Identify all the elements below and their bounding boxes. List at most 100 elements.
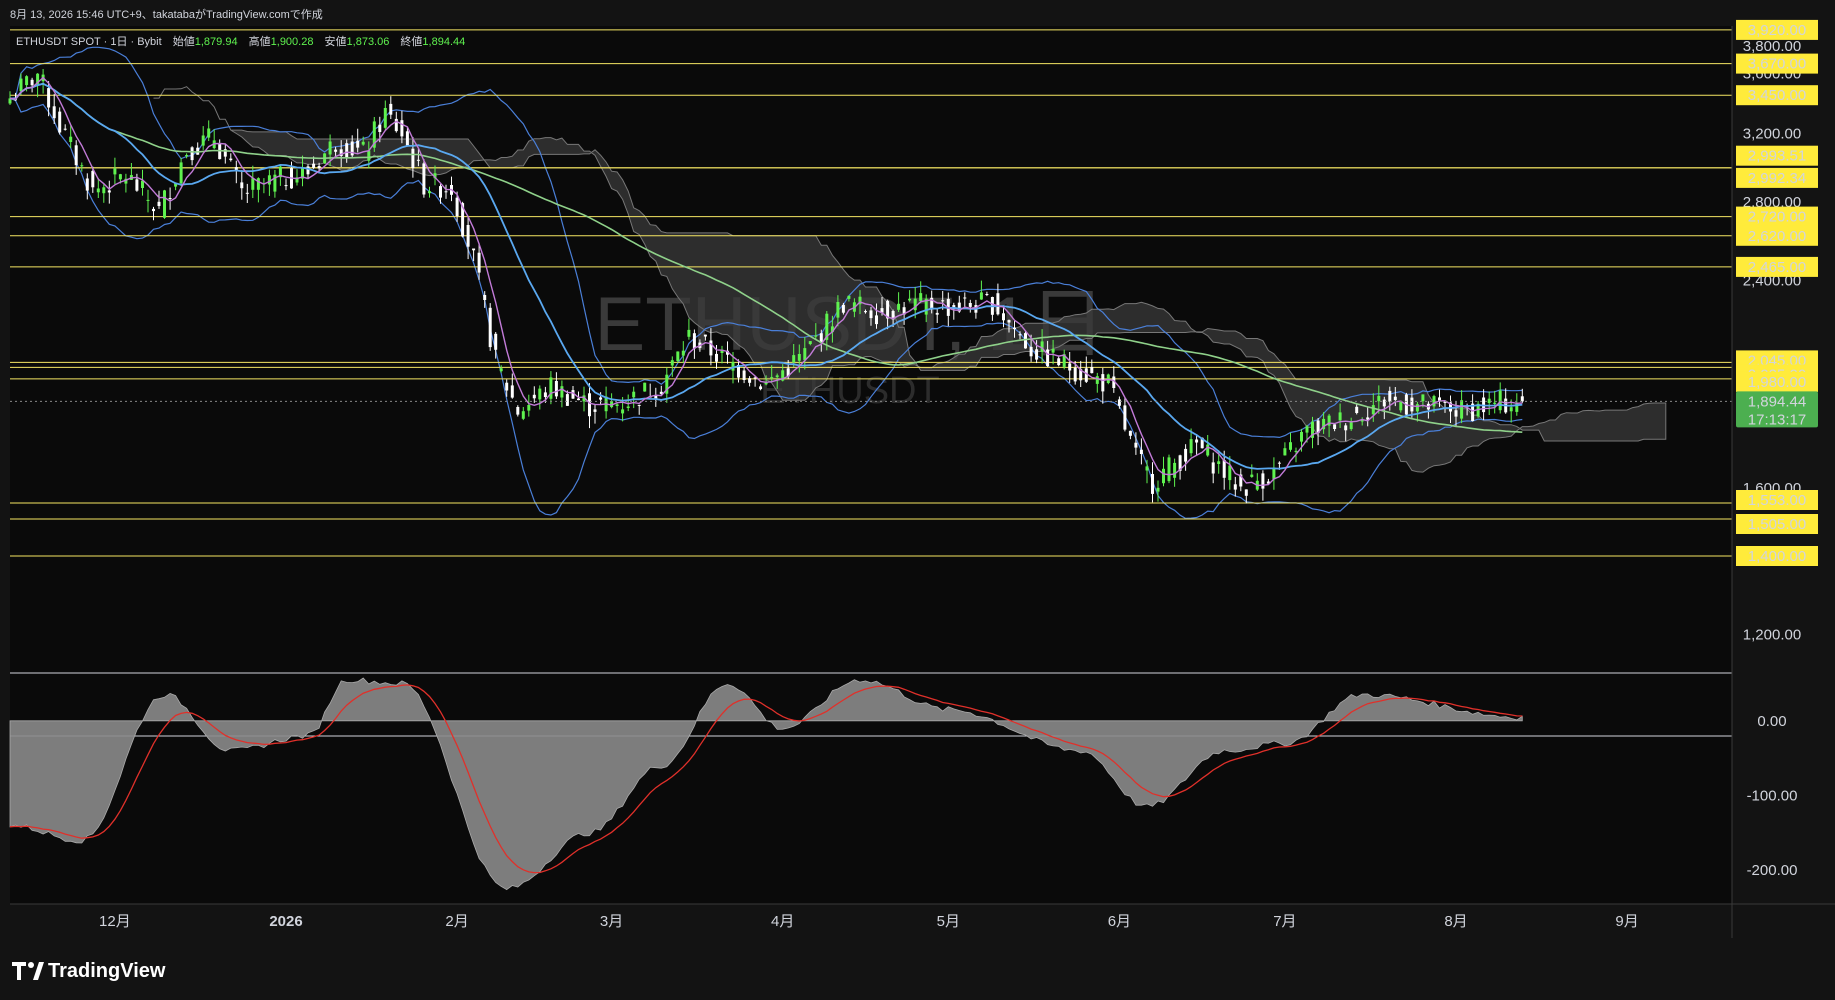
candle-body: [405, 131, 409, 146]
candle-body: [1195, 439, 1199, 443]
candle-body: [1520, 396, 1524, 402]
candle-body: [847, 295, 851, 299]
candle-body: [416, 159, 420, 161]
candle-body: [367, 150, 371, 161]
candle-body: [748, 378, 752, 383]
tradingview-chart[interactable]: 8月 13, 2026 15:46 UTC+9、takatabaがTrading…: [0, 0, 1835, 1000]
time-tick-label: 8月: [1444, 913, 1467, 930]
candle-body: [1393, 396, 1397, 400]
chart-author-line: 8月 13, 2026 15:46 UTC+9、takatabaがTrading…: [10, 7, 323, 21]
level-label: 2,465.00: [1748, 259, 1806, 276]
candle-body: [328, 141, 332, 155]
candle-body: [1206, 444, 1210, 456]
candle-body: [599, 397, 603, 400]
candle-body: [1095, 376, 1099, 384]
candle-body: [808, 341, 812, 344]
candle-body: [814, 335, 818, 337]
level-label: 2,992.34: [1748, 170, 1806, 187]
candle-body: [643, 382, 647, 392]
candle-body: [74, 145, 78, 166]
candle-body: [532, 394, 536, 399]
candle-body: [687, 329, 691, 337]
candle-body: [731, 362, 735, 371]
candle-body: [1344, 425, 1348, 431]
candle-body: [135, 179, 139, 191]
time-tick-label: 5月: [937, 913, 960, 930]
candle-body: [637, 404, 641, 406]
level-label: 1,505.00: [1748, 516, 1806, 533]
level-label: 2,993.51: [1748, 148, 1806, 165]
level-label: 1,553.00: [1748, 492, 1806, 509]
candle-body: [577, 398, 580, 401]
candle-body: [102, 187, 106, 194]
candle-body: [1139, 449, 1143, 454]
candle-body: [334, 149, 338, 152]
candle-body: [588, 393, 591, 417]
candle-body: [80, 165, 84, 167]
candle-body: [1250, 474, 1254, 477]
level-label: 1,400.00: [1748, 548, 1806, 565]
candle-body: [1300, 431, 1303, 442]
candle-body: [30, 79, 34, 86]
candle-body: [554, 381, 558, 397]
candle-body: [759, 386, 763, 390]
candle-body: [797, 354, 801, 361]
candle-body: [477, 252, 481, 273]
candle-body: [692, 333, 696, 349]
candle-body: [715, 353, 718, 362]
candle-body: [455, 197, 459, 216]
candle-body: [1189, 439, 1193, 454]
macd-tick-label: -100.00: [1747, 788, 1798, 805]
candle-body: [168, 198, 172, 199]
candle-body: [510, 385, 514, 398]
candle-body: [703, 334, 707, 337]
candle-body: [306, 166, 310, 175]
macd-tick-label: -200.00: [1747, 862, 1798, 879]
candle-body: [1460, 400, 1464, 419]
candle-body: [472, 248, 476, 251]
symbol-label: ETHUSDT SPOT · 1日 · Bybit: [16, 36, 162, 48]
candle-body: [113, 168, 117, 175]
candle-body: [444, 191, 448, 193]
candle-body: [1289, 442, 1292, 450]
candle-body: [670, 360, 674, 366]
candle-body: [146, 199, 150, 201]
candle-body: [770, 377, 774, 379]
candle-body: [163, 190, 166, 218]
candle-body: [985, 294, 989, 295]
candle-body: [179, 162, 183, 184]
level-label: 2,620.00: [1748, 228, 1806, 245]
candle-body: [96, 188, 100, 193]
bar-countdown: 17:13:17: [1748, 411, 1806, 428]
time-tick-label: 2月: [445, 913, 468, 930]
candle-body: [267, 175, 271, 185]
candle-body: [284, 185, 288, 187]
candle-body: [483, 295, 487, 300]
candle-body: [1438, 397, 1441, 401]
candle-body: [1415, 404, 1419, 412]
candle-body: [499, 368, 503, 372]
level-label: 3,920.00: [1748, 22, 1806, 39]
candle-body: [400, 120, 404, 137]
candle-body: [58, 111, 62, 133]
candle-body: [1228, 465, 1232, 481]
candle-body: [543, 392, 547, 397]
candle-body: [1222, 460, 1226, 478]
candle-body: [1493, 402, 1497, 404]
candle-body: [1090, 367, 1094, 374]
close-value: 1,894.44: [422, 36, 465, 48]
candle-body: [245, 192, 249, 194]
candle-body: [1101, 374, 1105, 392]
macd-tick-label: 0.00: [1757, 713, 1786, 730]
candle-body: [1371, 405, 1375, 415]
candle-body: [836, 302, 840, 318]
candle-body: [422, 163, 426, 195]
candle-body: [1167, 457, 1171, 482]
candle-body: [803, 348, 807, 361]
time-tick-label: 12月: [99, 913, 131, 930]
candle-body: [1173, 462, 1177, 478]
candle-body: [963, 297, 967, 299]
candle-body: [1117, 399, 1121, 406]
candle-body: [1305, 426, 1309, 433]
candle-body: [190, 147, 194, 161]
